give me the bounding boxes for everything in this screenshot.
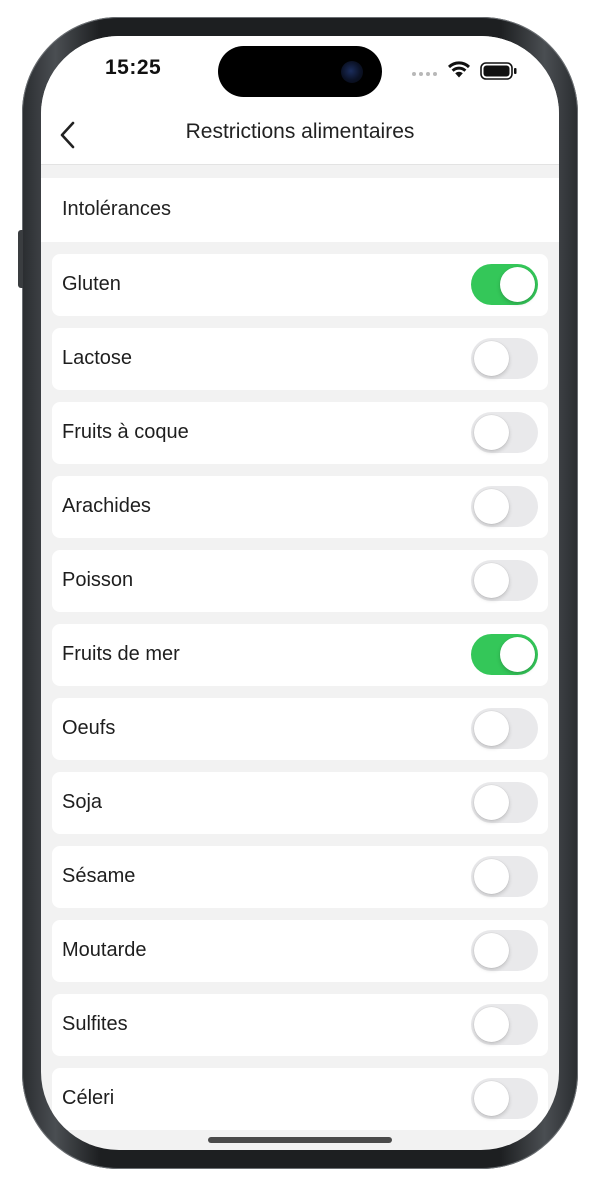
list-item: Soja <box>52 772 548 834</box>
list-item: Fruits à coque <box>52 402 548 464</box>
list-item-label: Soja <box>62 791 103 813</box>
navigation-bar: Restrictions alimentaires <box>41 106 559 165</box>
list-item-label: Lactose <box>62 347 133 369</box>
screen: 15:25 Restrictions alimentaires Intoléra… <box>41 36 559 1150</box>
wifi-icon <box>448 61 470 78</box>
list-item: Céleri <box>52 1068 548 1130</box>
section-title: Intolérances <box>62 198 171 220</box>
dynamic-island <box>218 46 382 97</box>
home-indicator[interactable] <box>208 1137 392 1143</box>
toggle-knob <box>474 1007 509 1042</box>
toggle-knob <box>500 637 535 672</box>
list-item-label: Sulfites <box>62 1013 128 1035</box>
status-time: 15:25 <box>105 56 162 79</box>
toggle-switch[interactable] <box>471 1004 538 1045</box>
toggle-knob <box>474 785 509 820</box>
list-item: Sulfites <box>52 994 548 1056</box>
status-bar: 15:25 <box>41 36 559 106</box>
toggle-knob <box>474 563 509 598</box>
list-item: Fruits de mer <box>52 624 548 686</box>
toggle-switch[interactable] <box>471 486 538 527</box>
battery-icon <box>480 62 517 80</box>
list-item-label: Moutarde <box>62 939 147 961</box>
list-item-label: Oeufs <box>62 717 116 739</box>
list-item: Sésame <box>52 846 548 908</box>
toggle-switch[interactable] <box>471 930 538 971</box>
section-header: Intolérances <box>41 178 559 242</box>
cellular-signal-icon <box>412 72 437 76</box>
list-item: Lactose <box>52 328 548 390</box>
list-item-label: Arachides <box>62 495 151 517</box>
toggle-knob <box>500 267 535 302</box>
toggle-switch[interactable] <box>471 708 538 749</box>
list-item: Moutarde <box>52 920 548 982</box>
toggle-switch[interactable] <box>471 782 538 823</box>
toggle-switch[interactable] <box>471 856 538 897</box>
intolerance-list: Gluten Lactose Fruits à coque Arachides Pois… <box>52 254 548 1142</box>
list-item-label: Gluten <box>62 273 121 295</box>
list-item-label: Poisson <box>62 569 134 591</box>
toggle-knob <box>474 341 509 376</box>
toggle-knob <box>474 415 509 450</box>
list-item: Arachides <box>52 476 548 538</box>
toggle-switch[interactable] <box>471 338 538 379</box>
list-item-label: Céleri <box>62 1087 115 1109</box>
toggle-knob <box>474 489 509 524</box>
toggle-switch[interactable] <box>471 560 538 601</box>
toggle-knob <box>474 1081 509 1116</box>
page-title: Restrictions alimentaires <box>185 120 415 143</box>
list-item-label: Fruits à coque <box>62 421 189 443</box>
list-item: Gluten <box>52 254 548 316</box>
toggle-switch[interactable] <box>471 412 538 453</box>
list-item: Poisson <box>52 550 548 612</box>
list-item-label: Fruits de mer <box>62 643 180 665</box>
toggle-switch[interactable] <box>471 634 538 675</box>
side-button <box>18 230 23 288</box>
toggle-switch[interactable] <box>471 264 538 305</box>
camera-icon <box>341 61 363 83</box>
toggle-knob <box>474 933 509 968</box>
toggle-knob <box>474 711 509 746</box>
toggle-switch[interactable] <box>471 1078 538 1119</box>
list-item-label: Sésame <box>62 865 136 887</box>
list-item: Oeufs <box>52 698 548 760</box>
toggle-knob <box>474 859 509 894</box>
